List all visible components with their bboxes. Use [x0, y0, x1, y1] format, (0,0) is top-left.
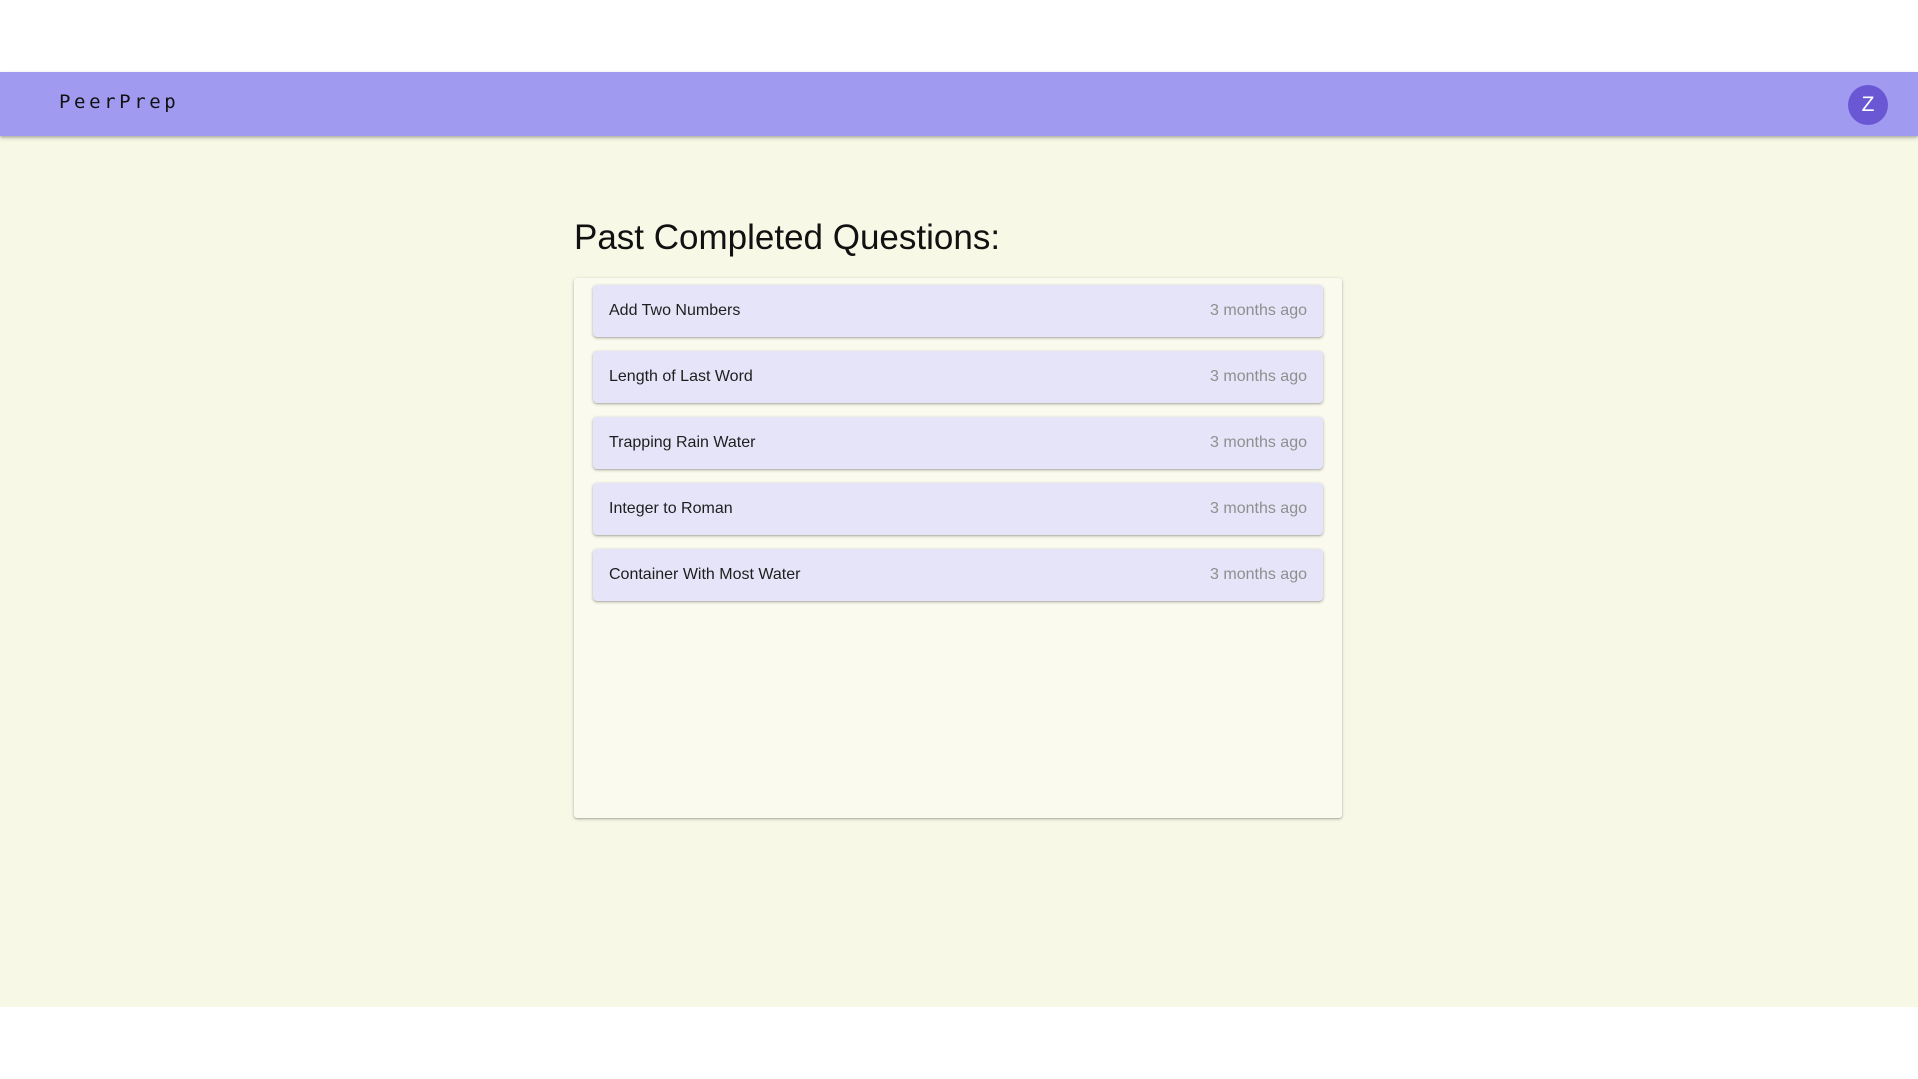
question-item[interactable]: Integer to Roman 3 months ago — [593, 483, 1323, 535]
question-item[interactable]: Trapping Rain Water 3 months ago — [593, 417, 1323, 469]
question-title: Add Two Numbers — [609, 302, 741, 319]
question-completed-time: 3 months ago — [1210, 434, 1307, 451]
brand-logo[interactable]: PeerPrep — [59, 91, 179, 113]
user-avatar-button[interactable]: Z — [1848, 85, 1888, 125]
question-item[interactable]: Length of Last Word 3 months ago — [593, 351, 1323, 403]
app-area: PeerPrep Z Past Completed Questions: Add… — [0, 72, 1918, 1007]
question-title: Integer to Roman — [609, 500, 733, 517]
question-item[interactable]: Container With Most Water 3 months ago — [593, 549, 1323, 601]
question-completed-time: 3 months ago — [1210, 368, 1307, 385]
page: PeerPrep Z Past Completed Questions: Add… — [0, 0, 1918, 1079]
question-title: Container With Most Water — [609, 566, 801, 583]
question-title: Trapping Rain Water — [609, 434, 756, 451]
avatar-initial: Z — [1861, 93, 1875, 116]
question-completed-time: 3 months ago — [1210, 566, 1307, 583]
question-item[interactable]: Add Two Numbers 3 months ago — [593, 285, 1323, 337]
completed-questions-panel: Add Two Numbers 3 months ago Length of L… — [574, 278, 1342, 818]
navbar: PeerPrep Z — [0, 72, 1918, 136]
question-completed-time: 3 months ago — [1210, 302, 1307, 319]
question-completed-time: 3 months ago — [1210, 500, 1307, 517]
question-list: Add Two Numbers 3 months ago Length of L… — [593, 285, 1323, 615]
question-title: Length of Last Word — [609, 368, 753, 385]
page-title: Past Completed Questions: — [574, 218, 1001, 257]
